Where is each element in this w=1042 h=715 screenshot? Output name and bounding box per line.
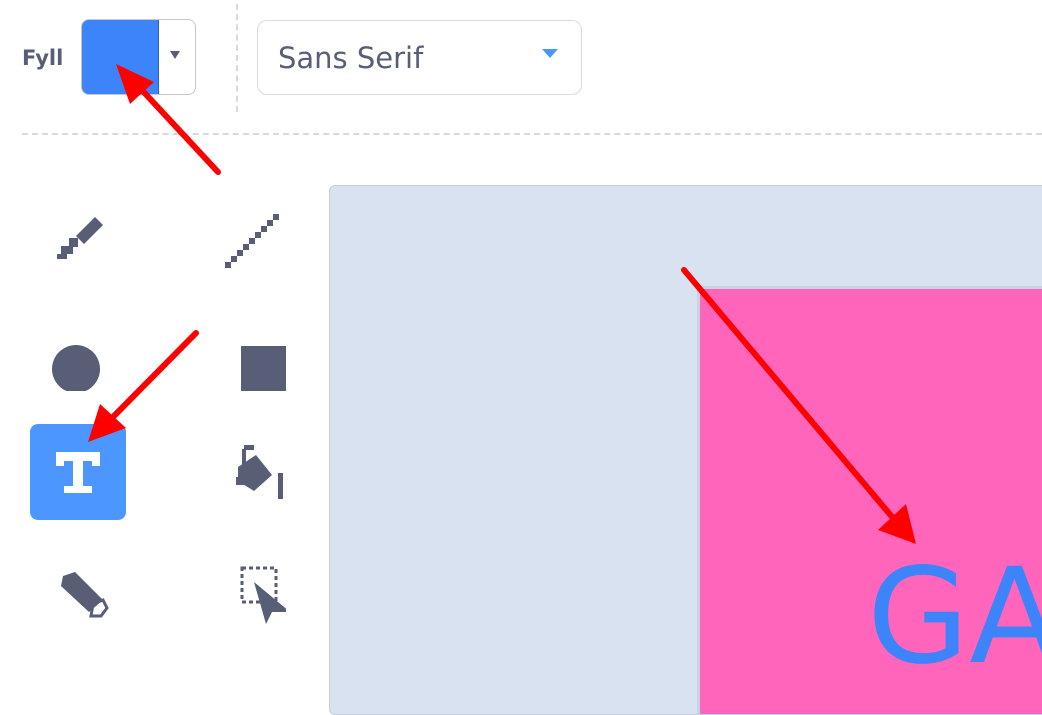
tool-line[interactable]	[203, 193, 299, 289]
arrow-to-fill-color	[137, 85, 221, 175]
tool-text[interactable]	[30, 424, 126, 520]
fill-color-swatch[interactable]	[82, 20, 159, 94]
eraser-icon	[61, 572, 109, 618]
stage[interactable]: GA	[697, 286, 1042, 714]
chevron-down-icon[interactable]	[170, 51, 180, 59]
select-icon	[240, 566, 286, 624]
tool-eraser[interactable]	[30, 541, 126, 637]
chevron-down-icon[interactable]	[542, 49, 558, 58]
toolbar-divider	[236, 4, 238, 112]
section-divider	[22, 133, 1042, 135]
fill-color-dropdown[interactable]	[81, 19, 196, 95]
tool-rectangle[interactable]	[203, 308, 299, 404]
paint-bucket-icon	[236, 445, 283, 499]
font-select[interactable]: Sans Serif	[257, 20, 582, 95]
tool-brush[interactable]	[30, 193, 126, 289]
canvas-text[interactable]: GA	[867, 551, 1042, 683]
circle-icon	[52, 345, 100, 391]
font-select-value: Sans Serif	[278, 41, 424, 75]
tool-select[interactable]	[203, 541, 299, 637]
brush-icon	[57, 217, 103, 259]
tool-fill[interactable]	[203, 424, 299, 520]
canvas-area[interactable]: GA	[329, 185, 1042, 715]
tool-circle[interactable]	[30, 308, 126, 404]
line-icon	[225, 214, 279, 268]
rectangle-icon	[241, 346, 286, 391]
fill-label: Fyll	[22, 46, 64, 70]
text-icon	[56, 452, 100, 493]
